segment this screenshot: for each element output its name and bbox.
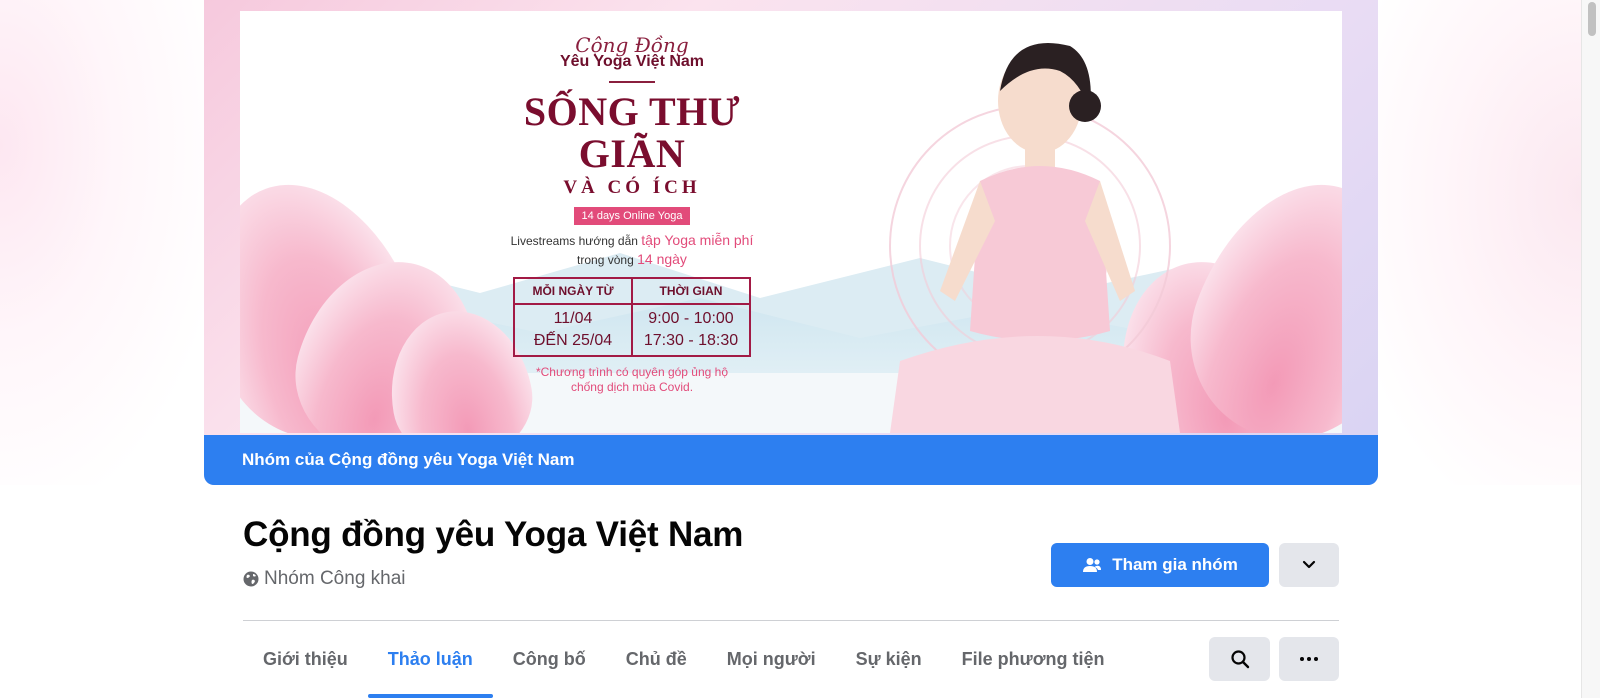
group-search-button[interactable] <box>1209 637 1270 681</box>
group-title[interactable]: Cộng đồng yêu Yoga Việt Nam <box>243 515 743 555</box>
tab-events[interactable]: Sự kiện <box>836 622 942 696</box>
cover-backdrop-right <box>1378 0 1582 485</box>
chevron-down-icon <box>1302 560 1316 569</box>
group-privacy-label: Nhóm Công khai <box>264 568 406 589</box>
poster-line-2-prefix: trong vòng <box>577 253 634 267</box>
group-parent-banner[interactable]: Nhóm của Cộng đồng yêu Yoga Việt Nam <box>204 435 1378 485</box>
poster-note-line-2: chống dịch mùa Covid. <box>570 380 694 394</box>
tab-announcements[interactable]: Công bố <box>493 622 606 696</box>
join-group-label: Tham gia nhóm <box>1112 555 1238 574</box>
poster-line-1-prefix: Livestreams hướng dẫn <box>510 234 638 248</box>
cover-backdrop-left <box>0 0 204 485</box>
tab-topics[interactable]: Chủ đề <box>606 622 707 696</box>
search-icon <box>1230 650 1249 669</box>
more-horizontal-icon <box>1300 657 1318 661</box>
schedule-date-end: ĐẾN 25/04 <box>533 332 613 349</box>
poster-schedule-table: MỖI NGÀY TỪ THỜI GIAN 11/04 ĐẾN 25/04 9:… <box>513 277 751 357</box>
poster-note: *Chương trình có quyên góp ủng hộ chống … <box>472 365 792 395</box>
header-divider <box>243 620 1339 621</box>
tab-discussion[interactable]: Thảo luận <box>367 622 493 698</box>
poster-note-line-1: *Chương trình có quyên góp ủng hộ <box>535 365 729 379</box>
scrollbar-thumb[interactable] <box>1588 2 1596 36</box>
schedule-date-start: 11/04 <box>553 310 593 327</box>
schedule-time-morning: 9:00 - 10:00 <box>648 310 734 327</box>
tab-media[interactable]: File phương tiện <box>942 622 1125 696</box>
schedule-times: 9:00 - 10:00 17:30 - 18:30 <box>631 303 751 357</box>
yoga-woman-illustration <box>889 43 1180 433</box>
more-actions-button[interactable] <box>1279 637 1339 681</box>
globe-icon <box>243 571 259 587</box>
schedule-time-evening: 17:30 - 18:30 <box>643 332 739 349</box>
poster-line-2-highlight: 14 ngày <box>637 251 687 267</box>
poster-headline: SỐNG THƯ GIÃN <box>523 89 741 176</box>
group-tabs: Giới thiệu Thảo luận Công bố Chủ đề Mọi … <box>243 622 1125 698</box>
poster-rule <box>609 81 655 83</box>
cover-photo[interactable]: Cộng Đồng Yêu Yoga Việt Nam SỐNG THƯ GIÃ… <box>240 11 1342 433</box>
tab-people[interactable]: Mọi người <box>707 622 836 696</box>
tab-about[interactable]: Giới thiệu <box>243 622 368 696</box>
join-group-button[interactable]: Tham gia nhóm <box>1051 543 1269 587</box>
poster-badge: 14 days Online Yoga <box>573 207 691 225</box>
poster-text: Cộng Đồng Yêu Yoga Việt Nam SỐNG THƯ GIÃ… <box>472 35 792 395</box>
schedule-header-date: MỖI NGÀY TỪ <box>513 277 633 305</box>
group-privacy: Nhóm Công khai <box>243 568 406 590</box>
poster-line-1-highlight: tập Yoga miễn phí <box>641 232 754 248</box>
poster-subtitle: Yêu Yoga Việt Nam <box>559 53 705 70</box>
group-cover: Cộng Đồng Yêu Yoga Việt Nam SỐNG THƯ GIÃ… <box>204 0 1378 485</box>
poster-script-title: Cộng Đồng <box>575 33 689 57</box>
schedule-header-time: THỜI GIAN <box>631 277 751 305</box>
group-add-icon <box>1083 558 1102 572</box>
schedule-dates: 11/04 ĐẾN 25/04 <box>513 303 633 357</box>
more-options-dropdown-button[interactable] <box>1279 543 1339 587</box>
poster-headline-2: VÀ CÓ ÍCH <box>563 177 701 198</box>
page-scrollbar[interactable] <box>1581 0 1600 698</box>
poster-line-1: Livestreams hướng dẫn tập Yoga miễn phí … <box>472 231 792 269</box>
